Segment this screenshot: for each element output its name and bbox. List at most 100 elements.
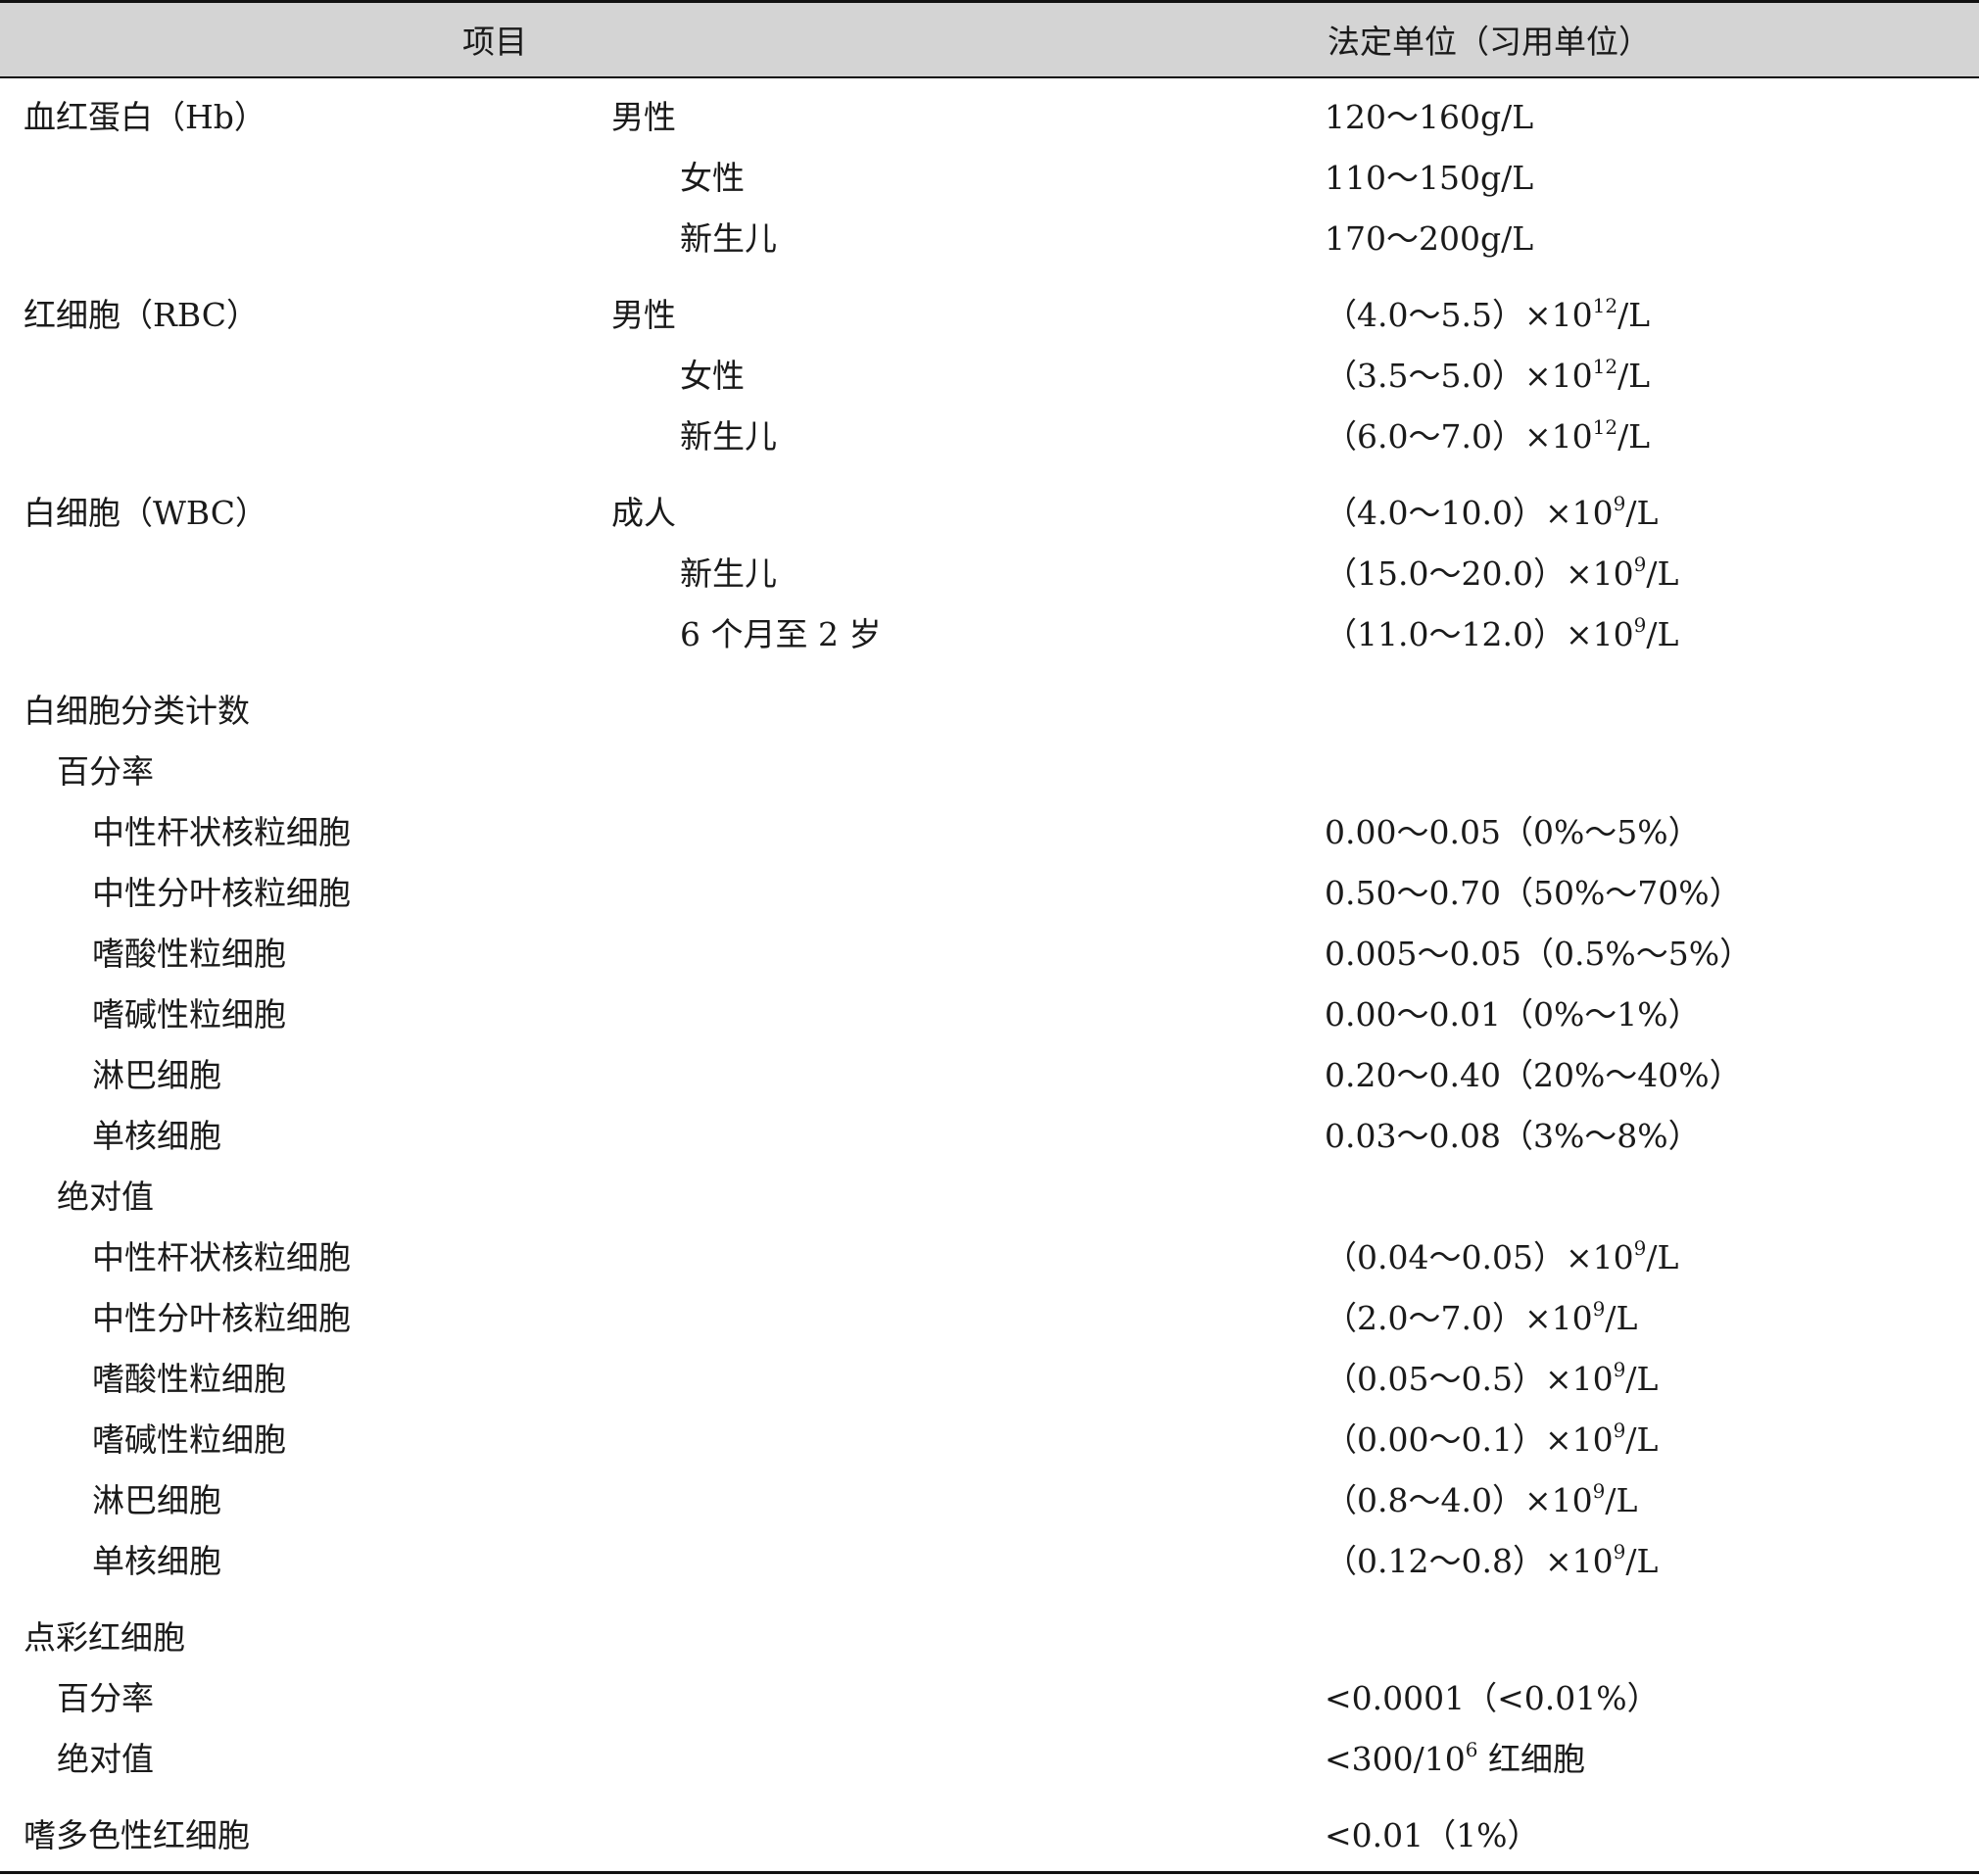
- table-row: 血红蛋白（Hb） 男性 120～160g/L: [0, 87, 1979, 148]
- table-row: 白细胞（WBC） 成人 （4.0～10.0）×109/L: [0, 483, 1979, 544]
- row-value: 110～150g/L: [1325, 159, 1534, 197]
- row-item: 中性杆状核粒细胞: [92, 1238, 351, 1276]
- value-text: （2.0～7.0）×10: [1325, 1299, 1593, 1337]
- value-exponent: 9: [1592, 1479, 1606, 1503]
- value-unit: 红细胞: [1477, 1740, 1585, 1778]
- row-item: 绝对值: [57, 1178, 154, 1216]
- table-row: 嗜多色性红细胞 <0.01（1%）: [0, 1805, 1979, 1866]
- row-item: 点彩红细胞: [24, 1618, 185, 1657]
- value-exponent: 9: [1592, 1297, 1606, 1321]
- row-item: 红细胞（RBC）: [24, 296, 259, 334]
- header-rule: [0, 76, 1979, 78]
- value-exponent: 9: [1633, 553, 1647, 576]
- value-text: <300/10: [1325, 1740, 1466, 1778]
- row-value: 170～200g/L: [1325, 219, 1534, 258]
- value-exponent: 9: [1633, 613, 1647, 637]
- row-item: 单核细胞: [92, 1117, 221, 1155]
- row-group: 男性: [611, 98, 676, 136]
- value-text: （0.12～0.8）×10: [1325, 1542, 1614, 1580]
- table-row: 中性杆状核粒细胞 （0.04～0.05）×109/L: [0, 1227, 1979, 1288]
- row-value: <0.0001（<0.01%）: [1325, 1679, 1660, 1717]
- row-item: 血红蛋白（Hb）: [24, 98, 266, 136]
- row-value: 120～160g/L: [1325, 98, 1534, 136]
- row-group: 女性: [680, 159, 745, 197]
- table-row: 6 个月至 2 岁 （11.0～12.0）×109/L: [0, 604, 1979, 665]
- row-group: 成人: [611, 494, 676, 532]
- table-row: 新生儿 （15.0～20.0）×109/L: [0, 544, 1979, 604]
- value-unit: /L: [1646, 554, 1679, 593]
- table-row: 嗜碱性粒细胞 0.00～0.01（0%～1%）: [0, 985, 1979, 1045]
- table-row: 点彩红细胞: [0, 1608, 1979, 1668]
- value-text: （11.0～12.0）×10: [1325, 615, 1634, 653]
- row-item: 嗜碱性粒细胞: [92, 1420, 286, 1459]
- row-value: 0.03～0.08（3%～8%）: [1325, 1117, 1701, 1155]
- value-unit: /L: [1605, 1299, 1638, 1337]
- row-value: （15.0～20.0）×109/L: [1325, 544, 1678, 604]
- table-row: 淋巴细胞 （0.8～4.0）×109/L: [0, 1470, 1979, 1531]
- row-item: 嗜碱性粒细胞: [92, 995, 286, 1034]
- row-value: 0.00～0.05（0%～5%）: [1325, 813, 1701, 851]
- row-item: 白细胞分类计数: [24, 692, 250, 730]
- value-text: （6.0～7.0）×10: [1325, 417, 1593, 456]
- row-value: <300/106 红细胞: [1325, 1729, 1585, 1790]
- row-value: （0.04～0.05）×109/L: [1325, 1227, 1678, 1288]
- value-exponent: 9: [1613, 1540, 1626, 1563]
- table-row: 中性杆状核粒细胞 0.00～0.05（0%～5%）: [0, 802, 1979, 863]
- row-value: <0.01（1%）: [1325, 1816, 1540, 1854]
- row-value: （2.0～7.0）×109/L: [1325, 1288, 1637, 1349]
- value-unit: /L: [1646, 615, 1679, 653]
- row-value: 0.00～0.01（0%～1%）: [1325, 995, 1701, 1034]
- table-row: 新生儿 170～200g/L: [0, 209, 1979, 269]
- row-value: （6.0～7.0）×1012/L: [1325, 407, 1650, 467]
- row-value: （0.00～0.1）×109/L: [1325, 1410, 1658, 1470]
- table-row: 新生儿 （6.0～7.0）×1012/L: [0, 407, 1979, 467]
- row-item: 单核细胞: [92, 1542, 221, 1580]
- row-item: 嗜酸性粒细胞: [92, 1360, 286, 1398]
- table-header: 项目 法定单位（习用单位）: [0, 3, 1979, 77]
- header-unit: 法定单位（习用单位）: [1327, 23, 1651, 61]
- value-unit: /L: [1646, 1238, 1679, 1276]
- table-row: 嗜碱性粒细胞 （0.00～0.1）×109/L: [0, 1410, 1979, 1470]
- row-value: （4.0～10.0）×109/L: [1325, 483, 1658, 544]
- row-value: 0.20～0.40（20%～40%）: [1325, 1056, 1742, 1094]
- table-row: 百分率 <0.0001（<0.01%）: [0, 1668, 1979, 1729]
- row-value: （11.0～12.0）×109/L: [1325, 604, 1678, 665]
- value-exponent: 12: [1592, 355, 1618, 378]
- table-row: 绝对值 <300/106 红细胞: [0, 1729, 1979, 1790]
- value-exponent: 9: [1633, 1236, 1647, 1260]
- value-unit: /L: [1625, 1420, 1659, 1459]
- table-row: 女性 110～150g/L: [0, 148, 1979, 209]
- header-item: 项目: [462, 23, 527, 61]
- table-row: 白细胞分类计数: [0, 681, 1979, 742]
- row-item: 淋巴细胞: [92, 1056, 221, 1094]
- row-group: 新生儿: [680, 417, 777, 456]
- value-exponent: 12: [1592, 415, 1618, 439]
- table-row: 中性分叶核粒细胞 （2.0～7.0）×109/L: [0, 1288, 1979, 1349]
- table-row: 中性分叶核粒细胞 0.50～0.70（50%～70%）: [0, 863, 1979, 924]
- value-unit: /L: [1605, 1481, 1638, 1519]
- row-value: （0.05～0.5）×109/L: [1325, 1349, 1658, 1410]
- value-text: （0.00～0.1）×10: [1325, 1420, 1614, 1459]
- value-unit: /L: [1617, 417, 1651, 456]
- row-item: 白细胞（WBC）: [24, 494, 268, 532]
- table-row: 单核细胞 （0.12～0.8）×109/L: [0, 1531, 1979, 1592]
- table-row: 女性 （3.5～5.0）×1012/L: [0, 346, 1979, 407]
- row-group: 新生儿: [680, 219, 777, 258]
- row-value: 0.50～0.70（50%～70%）: [1325, 874, 1742, 912]
- row-item: 中性杆状核粒细胞: [92, 813, 351, 851]
- row-group: 6 个月至 2 岁: [680, 615, 882, 653]
- value-exponent: 9: [1613, 1419, 1626, 1442]
- table-row: 绝对值: [0, 1167, 1979, 1227]
- table-row: 淋巴细胞 0.20～0.40（20%～40%）: [0, 1045, 1979, 1106]
- row-value: （4.0～5.5）×1012/L: [1325, 285, 1650, 346]
- row-item: 淋巴细胞: [92, 1481, 221, 1519]
- value-exponent: 9: [1613, 492, 1626, 515]
- value-unit: /L: [1625, 494, 1659, 532]
- row-group: 新生儿: [680, 554, 777, 593]
- value-exponent: 12: [1592, 294, 1618, 317]
- table-row: 百分率: [0, 742, 1979, 802]
- table-row: 嗜酸性粒细胞 （0.05～0.5）×109/L: [0, 1349, 1979, 1410]
- value-text: （0.8～4.0）×10: [1325, 1481, 1593, 1519]
- row-group: 女性: [680, 357, 745, 395]
- table-row: 嗜酸性粒细胞 0.005～0.05（0.5%～5%）: [0, 924, 1979, 985]
